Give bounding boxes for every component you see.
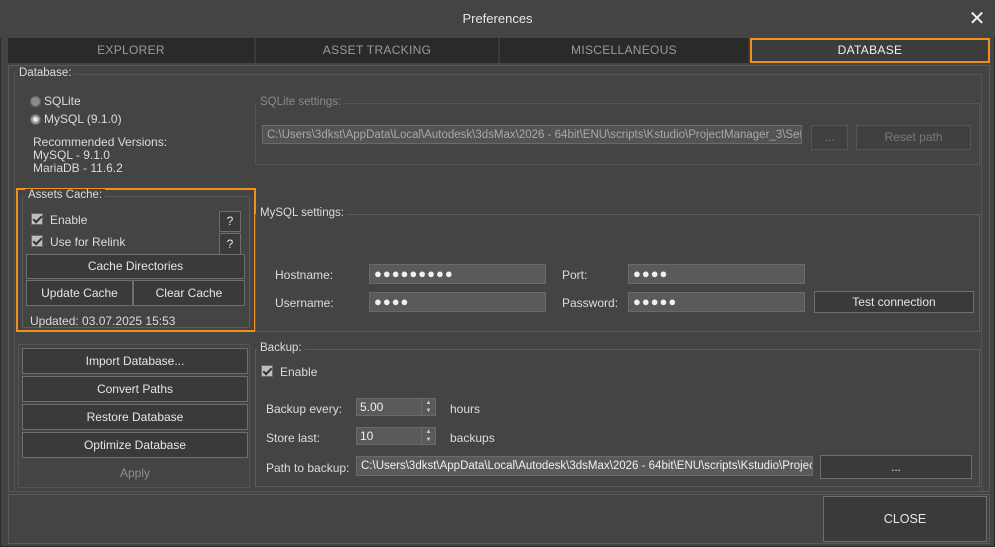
cache-enable-label: Enable	[50, 213, 88, 227]
sqlite-radio-label: SQLite	[44, 94, 81, 108]
spin-down-icon[interactable]: ▼	[422, 407, 435, 415]
cache-enable-checkbox[interactable]	[31, 213, 43, 225]
clear-cache-button[interactable]: Clear Cache	[133, 280, 245, 306]
optimize-database-button[interactable]: Optimize Database	[22, 432, 248, 458]
recommended-mariadb: MariaDB - 11.6.2	[33, 161, 123, 175]
mysql-settings-label: MySQL settings:	[257, 207, 347, 219]
mysql-radio-label: MySQL (9.1.0)	[44, 112, 122, 126]
username-label: Username:	[275, 296, 334, 310]
spin-down-icon[interactable]: ▼	[422, 436, 435, 444]
hostname-input[interactable]: ●●●●●●●●●	[369, 264, 546, 284]
backup-every-unit: hours	[450, 402, 481, 416]
hostname-label: Hostname:	[275, 268, 334, 282]
close-button[interactable]: CLOSE	[823, 496, 987, 542]
backup-path-label: Path to backup:	[266, 461, 350, 475]
cache-enable-help-button[interactable]: ?	[219, 211, 241, 232]
backup-browse-button[interactable]: ...	[820, 455, 972, 479]
update-cache-button[interactable]: Update Cache	[26, 280, 133, 306]
mysql-settings-group	[255, 214, 980, 332]
database-group-label: Database:	[16, 67, 75, 79]
tab-asset-tracking[interactable]: ASSET TRACKING	[256, 38, 498, 63]
relink-checkbox[interactable]	[31, 235, 43, 247]
sqlite-reset-button[interactable]: Reset path	[856, 125, 971, 150]
spin-up-icon[interactable]: ▲	[422, 428, 435, 436]
spin-up-icon[interactable]: ▲	[422, 399, 435, 407]
cache-directories-button[interactable]: Cache Directories	[26, 254, 245, 279]
password-label: Password:	[562, 296, 619, 310]
relink-label: Use for Relink	[50, 235, 126, 249]
sqlite-browse-button[interactable]: ...	[811, 125, 848, 150]
backup-every-spin-buttons[interactable]: ▲ ▼	[421, 399, 435, 415]
assets-cache-label: Assets Cache:	[25, 189, 106, 201]
mysql-radio[interactable]	[30, 114, 41, 125]
tab-database[interactable]: DATABASE	[750, 38, 990, 63]
password-input[interactable]: ●●●●●	[628, 292, 805, 312]
port-label: Port:	[562, 268, 588, 282]
relink-help-button[interactable]: ?	[219, 233, 241, 255]
backup-every-label: Backup every:	[266, 402, 343, 416]
backup-enable-checkbox[interactable]	[261, 365, 273, 377]
store-last-unit: backups	[450, 431, 495, 445]
username-input[interactable]: ●●●●	[369, 292, 546, 312]
sqlite-path-field[interactable]: C:\Users\3dkst\AppData\Local\Autodesk\3d…	[262, 125, 802, 144]
recommended-title: Recommended Versions:	[33, 135, 168, 149]
store-last-spinner[interactable]: 10 ▲ ▼	[356, 427, 436, 445]
window-title: Preferences	[462, 11, 533, 26]
import-database-button[interactable]: Import Database...	[22, 348, 248, 374]
recommended-mysql: MySQL - 9.1.0	[33, 148, 110, 162]
backup-path-field[interactable]: C:\Users\3dkst\AppData\Local\Autodesk\3d…	[356, 456, 813, 476]
apply-button[interactable]: Apply	[22, 466, 248, 480]
store-last-spin-buttons[interactable]: ▲ ▼	[421, 428, 435, 444]
backup-label: Backup:	[257, 342, 305, 354]
tab-explorer[interactable]: EXPLORER	[8, 38, 254, 63]
sqlite-settings-label: SQLite settings:	[257, 96, 345, 108]
store-last-value: 10	[360, 429, 374, 443]
store-last-label: Store last:	[266, 431, 321, 445]
cache-updated-text: Updated: 03.07.2025 15:53	[30, 314, 176, 328]
backup-every-value: 5.00	[360, 400, 384, 414]
restore-database-button[interactable]: Restore Database	[22, 404, 248, 430]
tab-miscellaneous[interactable]: MISCELLANEOUS	[500, 38, 748, 63]
sqlite-radio[interactable]	[30, 96, 41, 107]
convert-paths-button[interactable]: Convert Paths	[22, 376, 248, 402]
backup-enable-label: Enable	[280, 365, 318, 379]
close-icon[interactable]: ✕	[966, 8, 988, 30]
test-connection-button[interactable]: Test connection	[814, 291, 974, 313]
port-input[interactable]: ●●●●	[628, 264, 805, 284]
backup-every-spinner[interactable]: 5.00 ▲ ▼	[356, 398, 436, 416]
